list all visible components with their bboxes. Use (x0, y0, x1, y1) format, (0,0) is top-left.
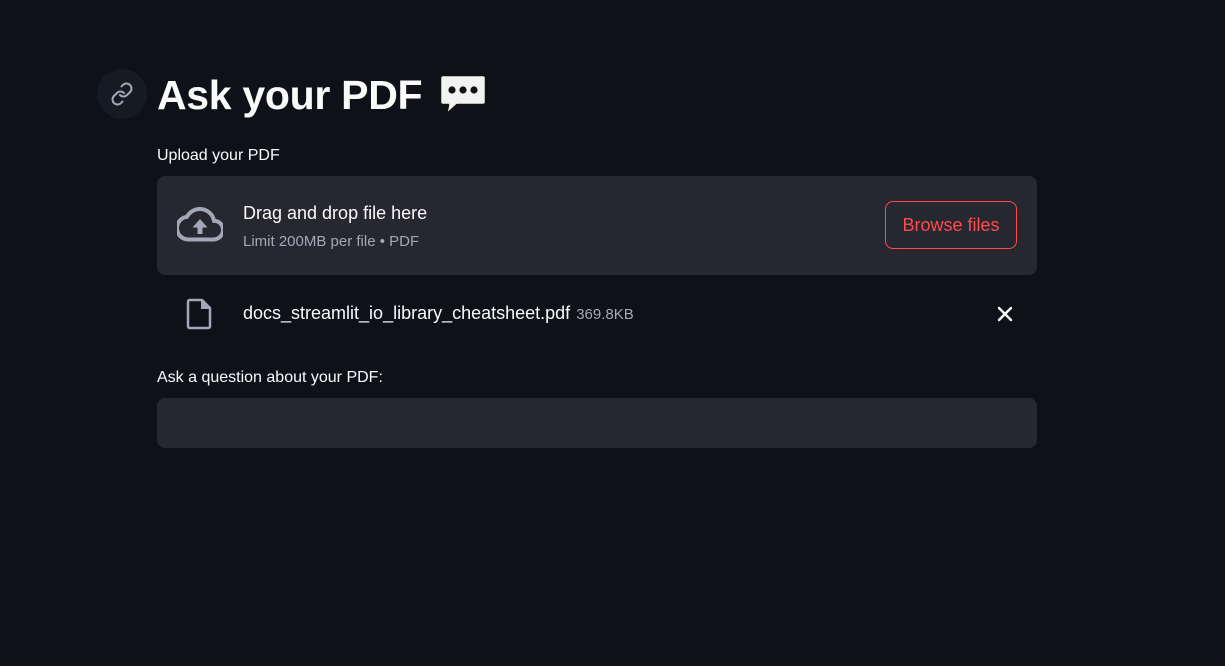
uploaded-file-row: docs_streamlit_io_library_cheatsheet.pdf… (157, 292, 1037, 334)
header-anchor-link[interactable] (97, 69, 147, 119)
file-size: 369.8KB (576, 306, 634, 323)
question-label: Ask a question about your PDF: (157, 369, 383, 386)
file-name-text: docs_streamlit_io_library_cheatsheet.pdf (243, 303, 571, 323)
close-icon (997, 306, 1013, 322)
link-icon (111, 82, 133, 106)
remove-file-button[interactable] (993, 302, 1017, 326)
speech-balloon-icon (439, 73, 488, 117)
upload-label: Upload your PDF (157, 147, 280, 164)
page-header: Ask your PDF (157, 70, 488, 120)
dropzone-limit-text: Limit 200MB per file • PDF (243, 233, 420, 250)
app-page: Ask your PDF Upload your PDF Drag and dr… (0, 0, 1225, 666)
question-input[interactable] (157, 398, 1037, 448)
dropzone-title: Drag and drop file here (243, 203, 428, 223)
page-title: Ask your PDF (157, 72, 423, 118)
cloud-upload-icon (177, 207, 223, 242)
file-dropzone[interactable]: Drag and drop file here Limit 200MB per … (157, 176, 1037, 275)
uploaded-file-name: docs_streamlit_io_library_cheatsheet.pdf… (243, 302, 634, 326)
browse-files-button[interactable]: Browse files (885, 201, 1017, 249)
file-icon (186, 298, 212, 330)
